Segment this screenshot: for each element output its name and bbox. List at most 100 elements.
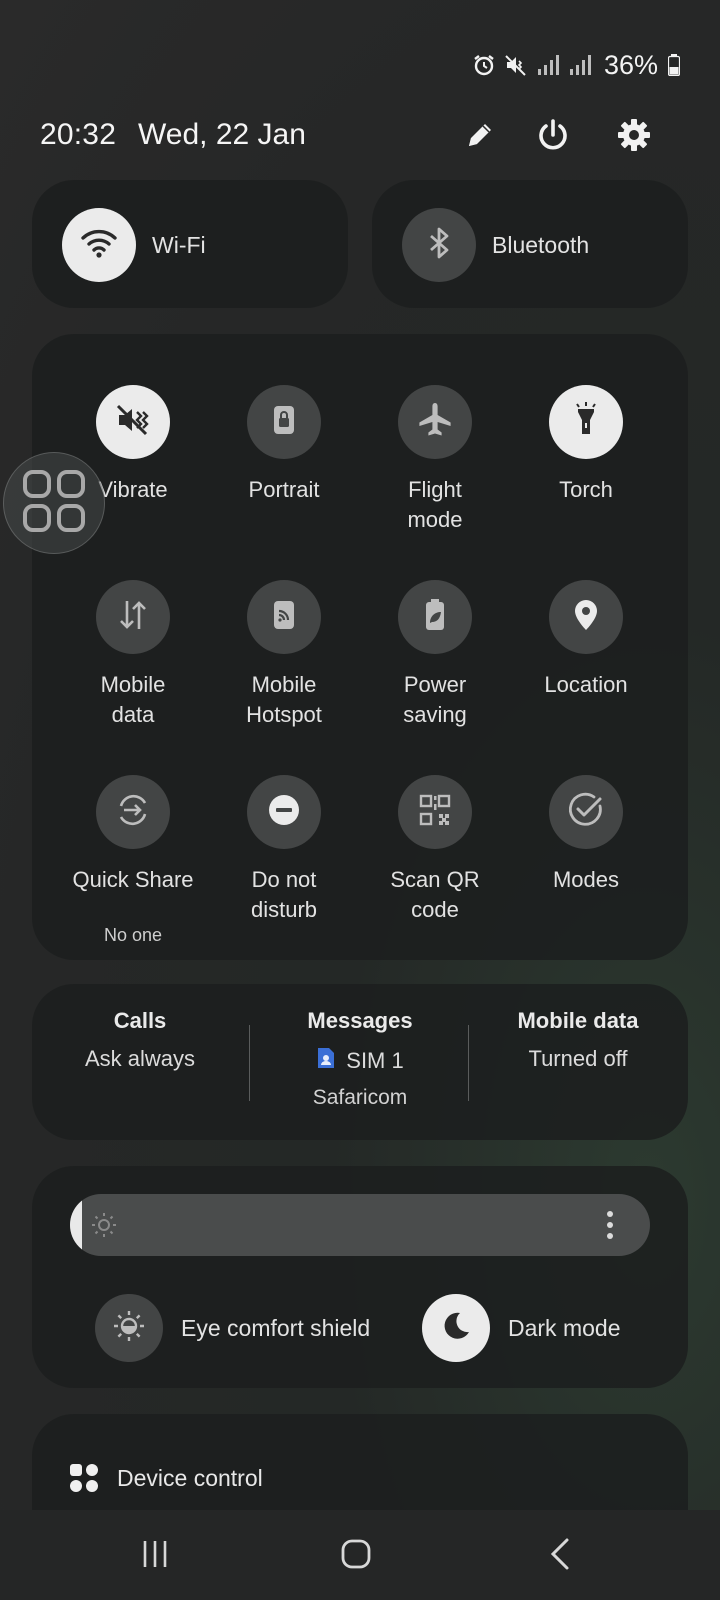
dark-mode-toggle[interactable]	[422, 1294, 490, 1362]
modes-check-icon	[566, 790, 606, 835]
dnd-icon	[264, 790, 304, 835]
wifi-icon	[79, 223, 119, 268]
status-bar: 36%	[472, 48, 681, 82]
more-options-icon[interactable]	[605, 1209, 615, 1246]
eye-comfort-icon	[111, 1308, 147, 1349]
hotspot-icon	[266, 597, 302, 638]
tile-portrait[interactable]: Portrait	[209, 385, 359, 555]
pencil-icon	[463, 118, 497, 157]
tile-flight-mode[interactable]: Flight mode	[360, 385, 510, 555]
edit-button[interactable]	[458, 115, 502, 159]
moon-icon	[439, 1309, 473, 1348]
date-label[interactable]: Wed, 22 Jan	[138, 118, 306, 152]
airplane-icon	[415, 400, 455, 445]
tile-torch[interactable]: Torch	[511, 385, 661, 555]
floating-apps-button[interactable]	[3, 452, 105, 554]
tile-mobile-hotspot-toggle[interactable]	[247, 580, 321, 654]
data-arrows-icon	[113, 595, 153, 640]
bluetooth-label: Bluetooth	[492, 232, 590, 258]
tile-flight-mode-toggle[interactable]	[398, 385, 472, 459]
sim-card-icon	[316, 1046, 336, 1076]
tile-flight-mode-label: Flight mode	[407, 477, 463, 532]
sim-messages-title: Messages	[307, 1008, 413, 1033]
device-control-label[interactable]: Device control	[117, 1465, 263, 1492]
brightness-fill	[70, 1194, 82, 1256]
wifi-toggle[interactable]	[62, 208, 136, 282]
tile-vibrate-toggle[interactable]	[96, 385, 170, 459]
tile-do-not-disturb[interactable]: Do not disturb	[209, 775, 359, 945]
tile-scan-qr-toggle[interactable]	[398, 775, 472, 849]
power-button[interactable]	[531, 115, 575, 159]
vibrate-icon	[113, 400, 153, 445]
apps-grid-icon	[20, 467, 88, 540]
battery-percentage: 36%	[603, 49, 658, 80]
alarm-icon	[472, 53, 496, 77]
tile-torch-toggle[interactable]	[549, 385, 623, 459]
dark-mode-label[interactable]: Dark mode	[508, 1315, 620, 1342]
sim-calls-title: Calls	[113, 1008, 167, 1033]
sim-mobile-data[interactable]: Mobile data Turned off	[478, 1008, 678, 1072]
power-icon	[535, 117, 571, 158]
tile-location-label: Location	[544, 672, 628, 697]
sim-calls[interactable]: Calls Ask always	[40, 1008, 240, 1072]
tile-modes-toggle[interactable]	[549, 775, 623, 849]
tile-portrait-toggle[interactable]	[247, 385, 321, 459]
bluetooth-icon	[421, 225, 457, 266]
tile-do-not-disturb-toggle[interactable]	[247, 775, 321, 849]
tile-do-not-disturb-label: Do not disturb	[250, 867, 318, 922]
signal-icon	[568, 53, 592, 77]
tile-power-saving-label: Power saving	[403, 672, 467, 727]
tile-portrait-label: Portrait	[248, 477, 320, 502]
recents-icon	[139, 1538, 171, 1575]
tile-scan-qr[interactable]: Scan QR code	[360, 775, 510, 945]
quick-share-icon	[113, 790, 153, 835]
power-saving-icon	[417, 597, 453, 638]
sim-mobile-data-title: Mobile data	[517, 1008, 639, 1033]
sim-mobile-data-value: Turned off	[528, 1046, 628, 1071]
sim-messages[interactable]: Messages SIM 1 Safaricom	[260, 1008, 460, 1110]
device-control-icon	[68, 1462, 100, 1499]
tile-quick-share[interactable]: Quick Share No one	[58, 775, 208, 945]
divider	[249, 1025, 250, 1101]
tile-mobile-data[interactable]: Mobile data	[58, 580, 208, 750]
battery-icon	[667, 54, 681, 77]
home-icon	[339, 1537, 373, 1576]
eye-comfort-label[interactable]: Eye comfort shield	[181, 1315, 370, 1342]
bluetooth-card[interactable]: Bluetooth	[372, 180, 688, 308]
tile-modes[interactable]: Modes	[511, 775, 661, 945]
wifi-label: Wi-Fi	[152, 232, 206, 258]
tile-mobile-hotspot[interactable]: Mobile Hotspot	[209, 580, 359, 750]
tile-mobile-data-label: Mobile data	[100, 672, 166, 727]
tile-modes-label: Modes	[552, 867, 620, 892]
back-button[interactable]	[530, 1526, 590, 1586]
recents-button[interactable]	[125, 1526, 185, 1586]
back-icon	[545, 1537, 575, 1576]
signal-icon	[536, 53, 560, 77]
home-button[interactable]	[326, 1526, 386, 1586]
tile-location-toggle[interactable]	[549, 580, 623, 654]
tile-location[interactable]: Location	[511, 580, 661, 750]
brightness-sun-icon	[90, 1211, 118, 1244]
location-pin-icon	[568, 597, 604, 638]
sim-messages-value-row: SIM 1	[260, 1046, 460, 1076]
tile-mobile-hotspot-label: Mobile Hotspot	[246, 672, 322, 727]
bluetooth-toggle[interactable]	[402, 208, 476, 282]
mute-icon	[504, 53, 528, 77]
tile-power-saving-toggle[interactable]	[398, 580, 472, 654]
tile-scan-qr-label: Scan QR code	[390, 867, 480, 922]
qr-code-icon	[416, 791, 454, 834]
eye-comfort-toggle[interactable]	[95, 1294, 163, 1362]
wifi-card[interactable]: Wi-Fi	[32, 180, 348, 308]
brightness-slider[interactable]	[70, 1194, 650, 1256]
clock-time[interactable]: 20:32	[40, 118, 116, 152]
settings-button[interactable]	[612, 115, 656, 159]
tile-power-saving[interactable]: Power saving	[360, 580, 510, 750]
sim-messages-carrier: Safaricom	[312, 1086, 408, 1109]
sim-messages-value: SIM 1	[346, 1048, 404, 1073]
tile-torch-label: Torch	[559, 477, 613, 502]
flashlight-icon	[566, 400, 606, 445]
gear-icon	[616, 117, 652, 158]
tile-quick-share-toggle[interactable]	[96, 775, 170, 849]
tile-quick-share-label: Quick Share	[72, 867, 194, 892]
tile-mobile-data-toggle[interactable]	[96, 580, 170, 654]
